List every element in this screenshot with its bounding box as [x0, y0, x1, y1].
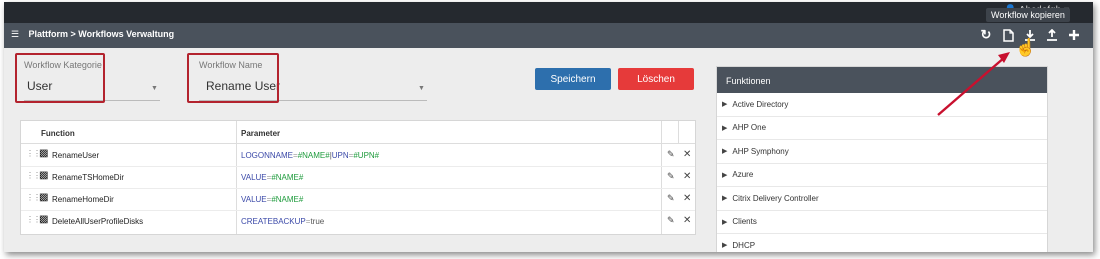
annotation-arrow — [937, 52, 1010, 116]
app-window: 👤 Abcdefgh ▾ ☰ Plattform > Workflows Ver… — [4, 2, 1093, 252]
